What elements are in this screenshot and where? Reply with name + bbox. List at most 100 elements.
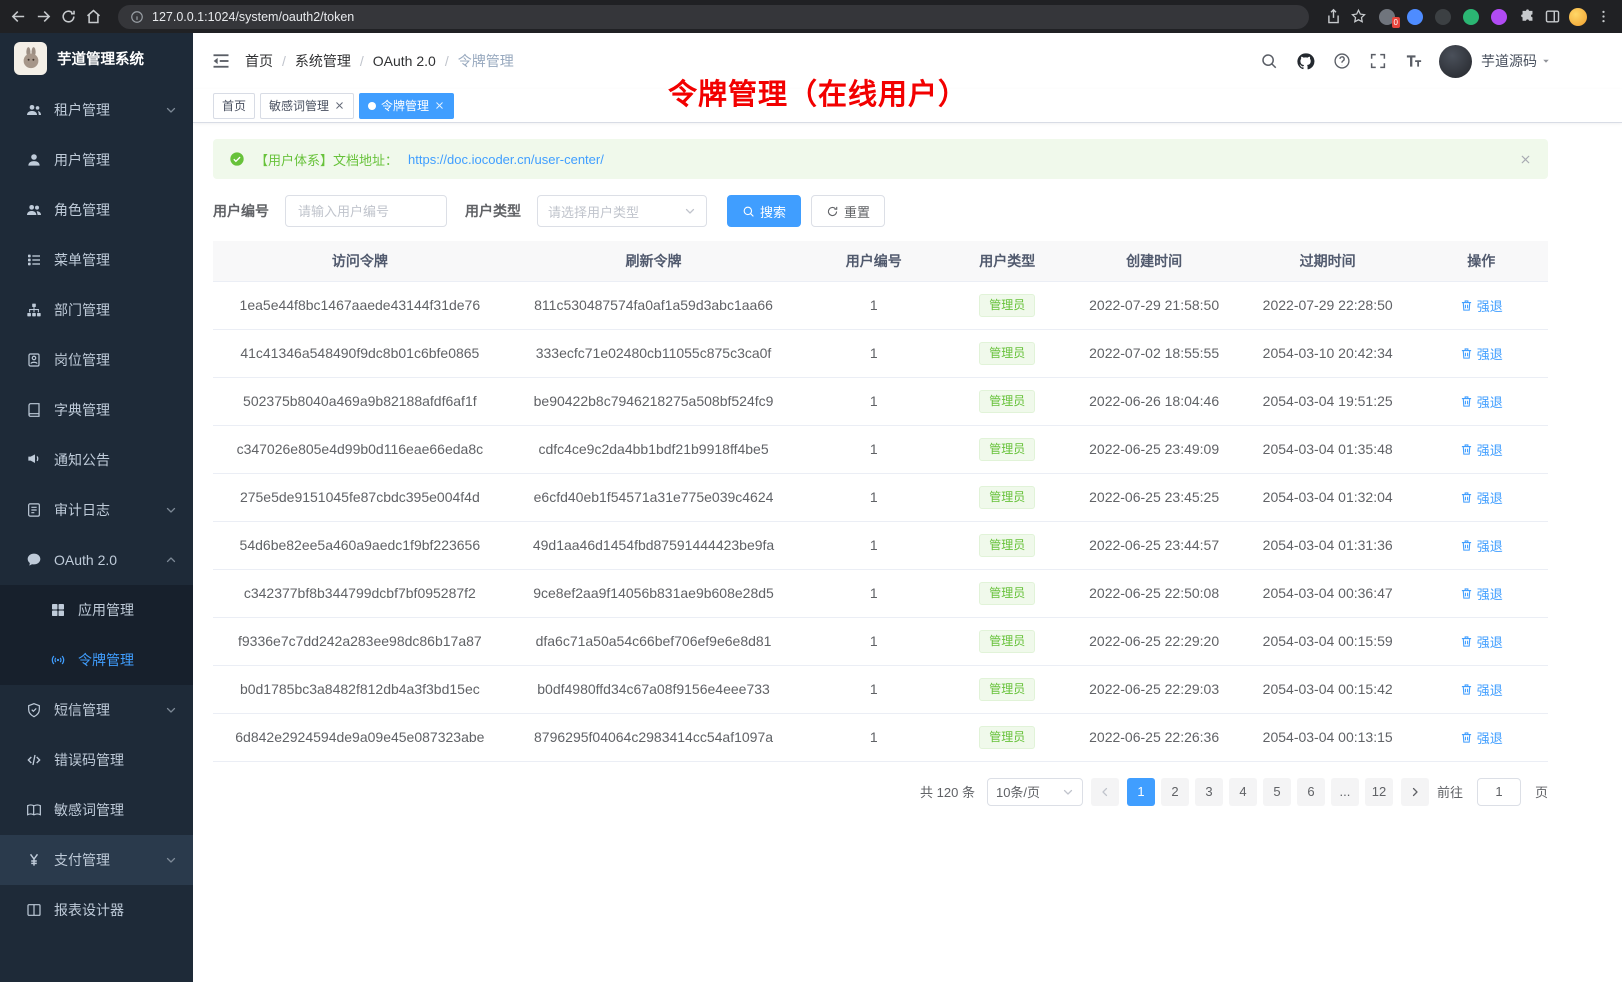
breadcrumb-separator: / — [445, 53, 449, 69]
caret-down-icon[interactable] — [1540, 55, 1552, 67]
pagination-page-6[interactable]: 6 — [1297, 778, 1325, 806]
pagination-page-5[interactable]: 5 — [1263, 778, 1291, 806]
sidebar-item-menu[interactable]: 菜单管理 — [0, 235, 193, 285]
pagination-page-2[interactable]: 2 — [1161, 778, 1189, 806]
sidebar-item-notice[interactable]: 通知公告 — [0, 435, 193, 485]
pagination-page-4[interactable]: 4 — [1229, 778, 1257, 806]
cell-access-token: c342377bf8b344799dcbf7bf095287f2 — [213, 569, 507, 617]
extension-blue-icon[interactable] — [1407, 9, 1423, 25]
sidebar-item-role[interactable]: 角色管理 — [0, 185, 193, 235]
sidebar-item-post[interactable]: 岗位管理 — [0, 335, 193, 385]
tab-close-icon[interactable] — [334, 100, 345, 111]
browser-profile-avatar[interactable] — [1569, 8, 1587, 26]
page-size-select[interactable]: 10条/页 — [987, 778, 1083, 806]
sidebar-item-user[interactable]: 用户管理 — [0, 135, 193, 185]
browser-side-panel-button[interactable] — [1544, 8, 1561, 25]
alert-doc-link[interactable]: https://doc.iocoder.cn/user-center/ — [408, 152, 604, 167]
delete-icon — [1460, 299, 1473, 312]
pagination-more[interactable]: ... — [1331, 778, 1359, 806]
sidebar-item-tenant[interactable]: 租户管理 — [0, 85, 193, 135]
sidebar-item-sensitive-word[interactable]: 敏感词管理 — [0, 785, 193, 835]
force-logout-button[interactable]: 强退 — [1460, 728, 1503, 747]
extension-purple-icon[interactable] — [1491, 9, 1507, 25]
sidebar-item-sms[interactable]: 短信管理 — [0, 685, 193, 735]
browser-bookmark-star-button[interactable] — [1350, 8, 1367, 25]
browser-back-button[interactable] — [10, 8, 27, 25]
help-button[interactable] — [1333, 52, 1351, 70]
force-logout-button[interactable]: 强退 — [1460, 536, 1503, 555]
breadcrumb-item[interactable]: 系统管理 — [295, 51, 351, 71]
sidebar-item-audit-log[interactable]: 审计日志 — [0, 485, 193, 535]
goto-page-input[interactable] — [1477, 778, 1521, 806]
force-logout-label: 强退 — [1477, 728, 1503, 747]
search-button[interactable] — [1260, 52, 1278, 70]
browser-forward-button[interactable] — [35, 8, 52, 25]
force-logout-button[interactable]: 强退 — [1460, 680, 1503, 699]
tab-token[interactable]: 令牌管理 — [359, 93, 454, 119]
sidebar-submenu: 应用管理令牌管理 — [0, 585, 193, 685]
force-logout-button[interactable]: 强退 — [1460, 584, 1503, 603]
app-logo[interactable]: 芋道管理系统 — [0, 33, 193, 83]
sidebar-item-error-code[interactable]: 错误码管理 — [0, 735, 193, 785]
user-type-label: 用户类型 — [465, 201, 521, 221]
tab-sensitive-word[interactable]: 敏感词管理 — [260, 93, 354, 119]
tags-bar: 首页敏感词管理令牌管理 — [193, 89, 1622, 123]
pagination-page-12[interactable]: 12 — [1365, 778, 1393, 806]
force-logout-button[interactable]: 强退 — [1460, 392, 1503, 411]
force-logout-button[interactable]: 强退 — [1460, 488, 1503, 507]
fullscreen-button[interactable] — [1369, 52, 1387, 70]
browser-share-button[interactable] — [1325, 8, 1342, 25]
alert-close-icon[interactable] — [1519, 153, 1532, 166]
force-logout-button[interactable]: 强退 — [1460, 632, 1503, 651]
force-logout-button[interactable]: 强退 — [1460, 296, 1503, 315]
tab-home[interactable]: 首页 — [213, 93, 255, 119]
extension-dark-icon[interactable] — [1435, 9, 1451, 25]
pagination-page-1[interactable]: 1 — [1127, 778, 1155, 806]
user-type-badge: 管理员 — [979, 438, 1035, 461]
extension-adblock-icon[interactable]: 0 — [1379, 9, 1395, 25]
user-type-select[interactable]: 请选择用户类型 — [537, 195, 707, 227]
sidebar-menu: 租户管理用户管理角色管理菜单管理部门管理岗位管理字典管理通知公告审计日志OAut… — [0, 83, 193, 982]
sidebar-collapse-button[interactable] — [211, 51, 231, 71]
tab-close-icon[interactable] — [434, 100, 445, 111]
cell-user-type: 管理员 — [947, 713, 1067, 761]
sidebar-subitem-app-manage[interactable]: 应用管理 — [0, 585, 193, 635]
extension-green-icon[interactable] — [1463, 9, 1479, 25]
browser-address-bar[interactable]: 127.0.0.1:1024/system/oauth2/token — [118, 5, 1309, 29]
user-avatar[interactable] — [1439, 45, 1472, 78]
sidebar-item-dict[interactable]: 字典管理 — [0, 385, 193, 435]
sidebar-subitem-token[interactable]: 令牌管理 — [0, 635, 193, 685]
alert-banner: 【用户体系】文档地址： https://doc.iocoder.cn/user-… — [213, 139, 1548, 179]
breadcrumb-item[interactable]: 首页 — [245, 51, 273, 71]
extensions-puzzle-icon[interactable] — [1519, 8, 1536, 25]
sidebar-item-pay[interactable]: 支付管理 — [0, 835, 193, 885]
username[interactable]: 芋道源码 — [1481, 51, 1537, 71]
reset-button[interactable]: 重置 — [811, 195, 885, 227]
browser-extensions: 0 — [1379, 9, 1507, 25]
cell-create-time: 2022-06-25 23:45:25 — [1067, 473, 1241, 521]
browser-menu-button[interactable] — [1595, 8, 1612, 25]
cell-create-time: 2022-06-25 23:44:57 — [1067, 521, 1241, 569]
site-info-icon[interactable] — [130, 10, 144, 24]
browser-reload-button[interactable] — [60, 8, 77, 25]
sidebar-item-dept[interactable]: 部门管理 — [0, 285, 193, 335]
chevron-right-icon — [1409, 786, 1421, 798]
sidebar-item-report-designer[interactable]: 报表设计器 — [0, 885, 193, 935]
browser-home-button[interactable] — [85, 8, 102, 25]
font-size-button[interactable] — [1405, 52, 1423, 70]
cell-create-time: 2022-06-26 18:04:46 — [1067, 377, 1241, 425]
force-logout-button[interactable]: 强退 — [1460, 440, 1503, 459]
pagination-prev-button[interactable] — [1091, 778, 1119, 806]
search-button[interactable]: 搜索 — [727, 195, 801, 227]
cell-expire-time: 2054-03-04 00:15:59 — [1241, 617, 1415, 665]
sidebar-item-label: 菜单管理 — [54, 250, 110, 270]
user-id-input[interactable] — [285, 195, 447, 227]
breadcrumb-item[interactable]: OAuth 2.0 — [373, 53, 436, 69]
table-row: 502375b8040a469a9b82188afdf6af1fbe90422b… — [213, 377, 1548, 425]
pagination-page-3[interactable]: 3 — [1195, 778, 1223, 806]
force-logout-button[interactable]: 强退 — [1460, 344, 1503, 363]
report-designer-icon — [26, 902, 42, 918]
github-button[interactable] — [1296, 52, 1315, 71]
sidebar-item-oauth2[interactable]: OAuth 2.0 — [0, 535, 193, 585]
pagination-next-button[interactable] — [1401, 778, 1429, 806]
